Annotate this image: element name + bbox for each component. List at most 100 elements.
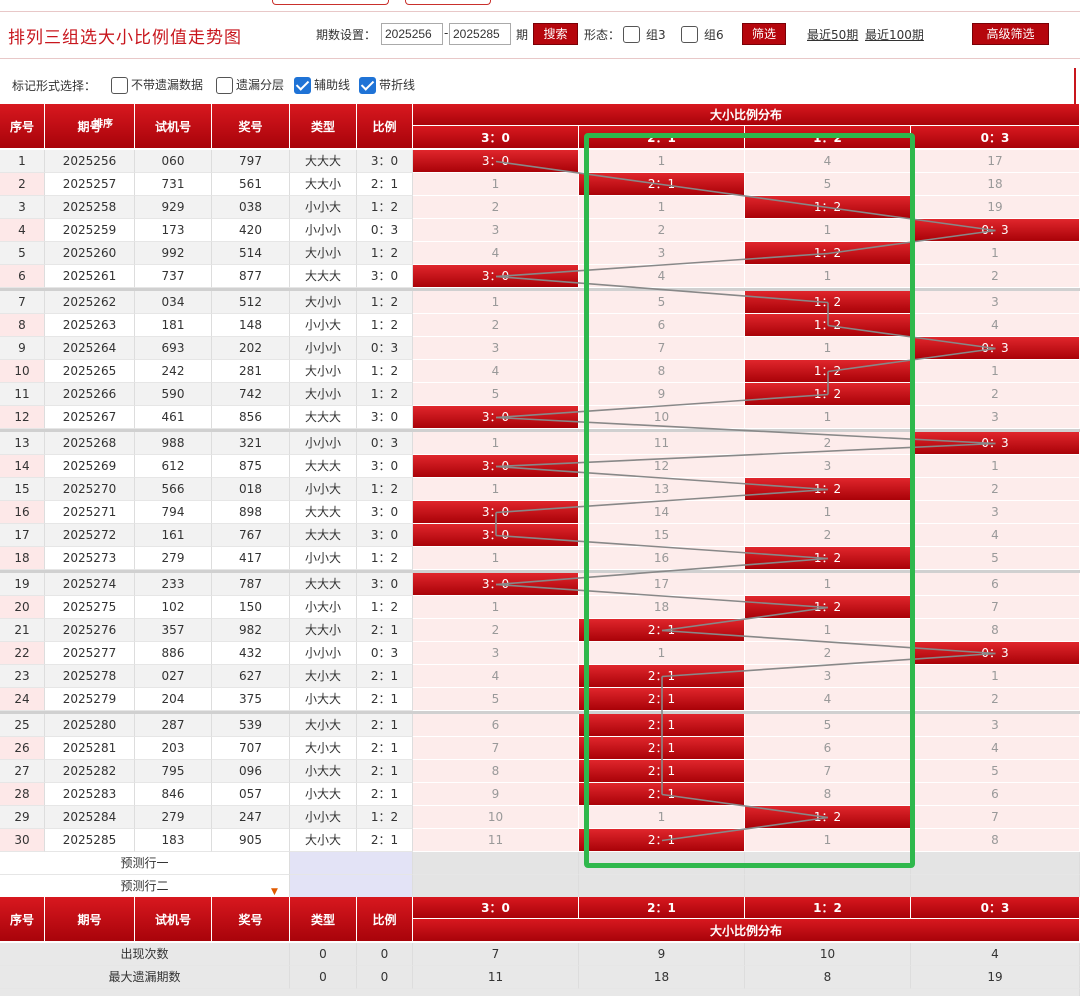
row-trial: 846 — [135, 783, 212, 806]
dist-col-footer: 1：2 — [745, 897, 911, 919]
group3-checkbox[interactable] — [623, 26, 640, 43]
predict-row-cell[interactable] — [911, 852, 1080, 875]
dist-hit-cell: 1：2 — [745, 242, 911, 265]
row-type: 大小小 — [290, 242, 357, 265]
dist-omission-cell: 1 — [911, 242, 1080, 265]
predict-row-label[interactable]: 预测行二 — [0, 875, 290, 898]
predict-row-cell[interactable] — [413, 852, 579, 875]
predict-row-cell[interactable] — [579, 852, 745, 875]
dist-omission-cell: 4 — [413, 242, 579, 265]
row-type: 大大大 — [290, 455, 357, 478]
predict-row-cell[interactable] — [911, 875, 1080, 898]
marker-option-polyline[interactable]: 带折线 — [359, 76, 415, 94]
checkbox-icon[interactable] — [111, 77, 128, 94]
row-period: 2025272 — [45, 524, 135, 547]
dist-omission-cell: 1 — [745, 829, 911, 852]
filter-button[interactable]: 筛选 — [742, 23, 786, 45]
predict-row-cell[interactable] — [745, 875, 911, 898]
dist-omission-cell: 3 — [745, 665, 911, 688]
dist-omission-cell: 1 — [579, 806, 745, 829]
row-trial: 357 — [135, 619, 212, 642]
group6-label: 组6 — [704, 28, 724, 42]
row-trial: 795 — [135, 760, 212, 783]
advanced-filter-button[interactable]: 高级筛选 — [972, 23, 1049, 45]
marker-option-label: 辅助线 — [314, 78, 351, 92]
page: { "title": "排列三组选大小比例值走势图", "header": { … — [0, 0, 1080, 996]
row-prize: 202 — [212, 337, 290, 360]
row-seq: 18 — [0, 547, 45, 570]
dist-hit-cell: 2：1 — [579, 714, 745, 737]
row-period: 2025259 — [45, 219, 135, 242]
row-type: 大小大 — [290, 829, 357, 852]
row-ratio: 2：1 — [357, 173, 413, 196]
predict-row-cell[interactable] — [745, 852, 911, 875]
recent-50-link[interactable]: 最近50期 — [807, 26, 858, 43]
row-ratio: 2：1 — [357, 714, 413, 737]
row-period: 2025277 — [45, 642, 135, 665]
row-period: 2025278 — [45, 665, 135, 688]
row-type: 大大大 — [290, 501, 357, 524]
row-seq: 27 — [0, 760, 45, 783]
row-trial: 181 — [135, 314, 212, 337]
marker-option-layered[interactable]: 遗漏分层 — [216, 76, 284, 94]
row-prize: 321 — [212, 432, 290, 455]
marker-option-no-omission[interactable]: 不带遗漏数据 — [111, 76, 203, 94]
row-ratio: 0：3 — [357, 219, 413, 242]
predict-row-cell[interactable] — [579, 875, 745, 898]
dist-omission-cell: 3 — [911, 501, 1080, 524]
row-prize: 375 — [212, 688, 290, 711]
row-seq: 16 — [0, 501, 45, 524]
row-seq: 7 — [0, 291, 45, 314]
predict-row-cell[interactable] — [413, 875, 579, 898]
row-ratio: 1：2 — [357, 478, 413, 501]
checkbox-icon[interactable] — [216, 77, 233, 94]
dist-omission-cell: 3 — [745, 455, 911, 478]
row-trial: 027 — [135, 665, 212, 688]
dist-omission-cell: 10 — [579, 406, 745, 429]
recent-100-link[interactable]: 最近100期 — [865, 26, 924, 43]
dist-omission-cell: 1 — [579, 150, 745, 173]
dist-hit-cell: 1：2 — [745, 196, 911, 219]
stat-value: 9 — [579, 943, 745, 966]
sort-button[interactable]: 排序 — [92, 114, 114, 130]
dist-omission-cell: 7 — [911, 596, 1080, 619]
dist-omission-cell: 10 — [413, 806, 579, 829]
row-ratio: 2：1 — [357, 760, 413, 783]
checkbox-checked-icon[interactable] — [359, 77, 376, 94]
period-from-input[interactable] — [381, 23, 443, 45]
dist-omission-cell: 7 — [413, 737, 579, 760]
row-seq: 29 — [0, 806, 45, 829]
dist-omission-cell: 6 — [579, 314, 745, 337]
stat-type: 0 — [290, 966, 357, 989]
row-type: 小大大 — [290, 688, 357, 711]
row-type: 小小大 — [290, 314, 357, 337]
search-button[interactable]: 搜索 — [533, 23, 578, 45]
dist-hit-cell: 3：0 — [413, 150, 579, 173]
row-type: 小小小 — [290, 219, 357, 242]
row-period: 2025273 — [45, 547, 135, 570]
dist-hit-cell: 1：2 — [745, 383, 911, 406]
row-seq: 28 — [0, 783, 45, 806]
row-prize: 057 — [212, 783, 290, 806]
predict-row-label[interactable]: 预测行一 — [0, 852, 290, 875]
dist-omission-cell: 5 — [413, 688, 579, 711]
row-seq: 22 — [0, 642, 45, 665]
shape-label: 形态： — [584, 28, 621, 42]
dist-col-header: 3：0 — [413, 126, 579, 149]
top-tab-stub — [405, 0, 491, 5]
dist-hit-cell: 3：0 — [413, 501, 579, 524]
row-type: 大小小 — [290, 383, 357, 406]
row-ratio: 2：1 — [357, 665, 413, 688]
marker-option-guide-line[interactable]: 辅助线 — [294, 76, 350, 94]
predict-row-input[interactable] — [290, 852, 413, 875]
row-prize: 018 — [212, 478, 290, 501]
dist-omission-cell: 2 — [911, 265, 1080, 288]
group6-checkbox[interactable] — [681, 26, 698, 43]
predict-row-input[interactable] — [290, 875, 413, 898]
row-period: 2025271 — [45, 501, 135, 524]
checkbox-checked-icon[interactable] — [294, 77, 311, 94]
row-period: 2025265 — [45, 360, 135, 383]
row-period: 2025256 — [45, 150, 135, 173]
dist-hit-cell: 2：1 — [579, 619, 745, 642]
period-to-input[interactable] — [449, 23, 511, 45]
